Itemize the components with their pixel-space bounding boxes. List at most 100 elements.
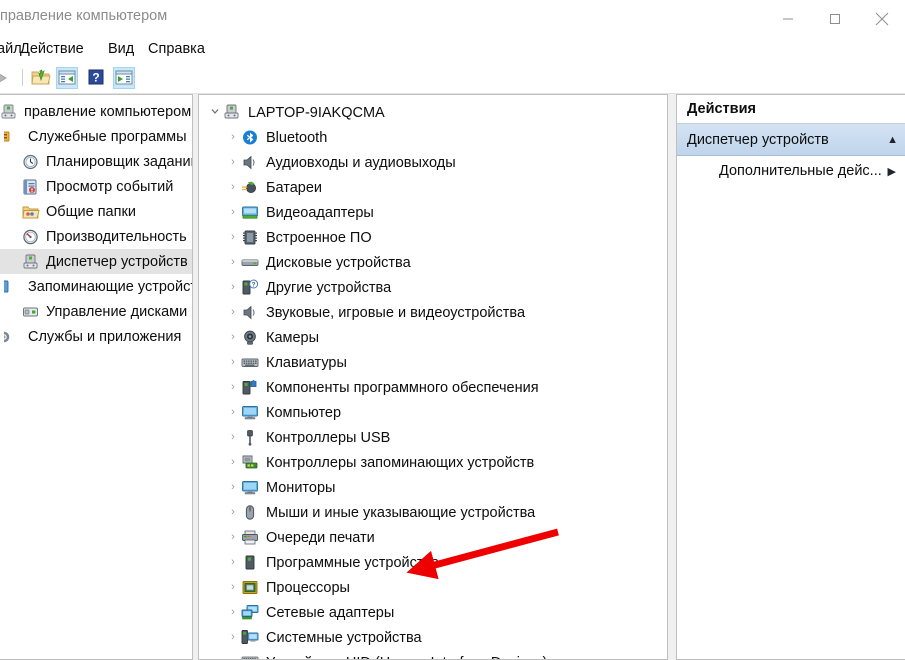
chevron-down-icon[interactable] xyxy=(207,106,223,119)
device-node-label: Устройства HID (Human Interface Devices) xyxy=(266,655,547,660)
chevron-right-icon[interactable]: › xyxy=(225,357,241,368)
device-node-disk-drives[interactable]: › Дисковые устройства xyxy=(199,250,667,275)
menu-help[interactable]: Справка xyxy=(148,41,205,57)
chevron-right-icon[interactable]: › xyxy=(225,607,241,618)
disk-management-icon xyxy=(22,304,40,320)
window-controls xyxy=(764,0,905,37)
chevron-right-icon[interactable]: › xyxy=(225,582,241,593)
sidebar-item-computer-management[interactable]: правление компьютером (лс xyxy=(0,99,192,124)
sidebar-item-performance[interactable]: Производительность xyxy=(0,224,192,249)
bluetooth-icon xyxy=(241,129,259,146)
console-tree: правление компьютером (лс Служебные прог… xyxy=(0,99,192,349)
device-node-cameras[interactable]: › Камеры xyxy=(199,325,667,350)
show-action-pane-icon[interactable] xyxy=(113,67,135,89)
device-tree-root[interactable]: LAPTOP-9IAKQCMA xyxy=(199,100,667,125)
chevron-right-icon[interactable]: › xyxy=(225,232,241,243)
sidebar-item-task-scheduler[interactable]: Планировщик заданий xyxy=(0,149,192,174)
chevron-right-icon[interactable]: › xyxy=(225,257,241,268)
chevron-right-icon[interactable]: › xyxy=(225,307,241,318)
sidebar-item-label: Служебные программы xyxy=(28,128,187,145)
menu-view[interactable]: Вид xyxy=(108,41,134,57)
actions-pane-title: Действия xyxy=(677,95,905,124)
toolbar-separator xyxy=(22,69,23,86)
submenu-triangle-icon[interactable]: ▶ xyxy=(888,165,896,178)
chevron-right-icon[interactable]: › xyxy=(225,207,241,218)
device-node-label: Звуковые, игровые и видеоустройства xyxy=(266,304,526,321)
show-console-tree-icon[interactable] xyxy=(56,67,78,89)
sidebar-item-label: правление компьютером (лс xyxy=(24,103,192,120)
content-area: правление компьютером (лс Служебные прог… xyxy=(0,94,905,660)
chevron-right-icon[interactable]: › xyxy=(225,407,241,418)
device-node-other-devices[interactable]: › ? Другие устройства xyxy=(199,275,667,300)
chevron-right-icon[interactable]: › xyxy=(225,632,241,643)
computer-icon xyxy=(0,104,18,120)
device-node-usb-controllers[interactable]: › Контроллеры USB xyxy=(199,425,667,450)
console-tree-pane: правление компьютером (лс Служебные прог… xyxy=(0,94,193,660)
actions-group-label: Диспетчер устройств xyxy=(687,131,829,148)
sidebar-item-event-viewer[interactable]: Просмотр событий xyxy=(0,174,192,199)
chevron-right-icon[interactable]: › xyxy=(225,507,241,518)
chevron-right-icon[interactable]: › xyxy=(225,332,241,343)
device-node-mice[interactable]: › Мыши и иные указывающие устройства xyxy=(199,500,667,525)
collapse-triangle-icon[interactable]: ▲ xyxy=(887,134,898,146)
tools-icon xyxy=(0,129,22,145)
minimize-button[interactable] xyxy=(764,0,811,37)
svg-text:?: ? xyxy=(92,71,99,85)
sidebar-item-system-tools[interactable]: Служебные программы xyxy=(0,124,192,149)
device-node-storage-controllers[interactable]: › Контроллеры запоминающих устройств xyxy=(199,450,667,475)
performance-icon xyxy=(22,229,40,245)
network-adapter-icon xyxy=(241,604,259,621)
sidebar-item-device-manager[interactable]: Диспетчер устройств xyxy=(0,249,192,274)
sidebar-item-disk-management[interactable]: Управление дисками xyxy=(0,299,192,324)
chevron-right-icon[interactable]: › xyxy=(225,532,241,543)
chevron-right-icon[interactable]: › xyxy=(225,482,241,493)
device-node-bluetooth[interactable]: › Bluetooth xyxy=(199,125,667,150)
actions-pane: Действия Диспетчер устройств ▲ Дополните… xyxy=(676,94,905,660)
action-more-actions[interactable]: Дополнительные дейс... ▶ xyxy=(677,156,905,186)
actions-group-device-manager[interactable]: Диспетчер устройств ▲ xyxy=(677,124,905,156)
device-node-sound-video-game[interactable]: › Звуковые, игровые и видеоустройства xyxy=(199,300,667,325)
close-button[interactable] xyxy=(858,0,905,37)
system-device-icon xyxy=(241,629,259,646)
computer-management-window: правление компьютером Файл Действие Вид … xyxy=(0,0,905,660)
device-node-label: Батареи xyxy=(266,179,323,196)
chevron-right-icon[interactable]: › xyxy=(225,157,241,168)
device-node-keyboards[interactable]: › Клавиатуры xyxy=(199,350,667,375)
device-node-display-adapters[interactable]: › Видеоадаптеры xyxy=(199,200,667,225)
hid-icon xyxy=(241,654,259,659)
device-node-audio-inputs-outputs[interactable]: › Аудиовходы и аудиовыходы xyxy=(199,150,667,175)
menu-file[interactable]: Файл xyxy=(0,41,22,57)
back-arrow-icon[interactable] xyxy=(0,67,14,89)
chevron-right-icon[interactable]: › xyxy=(225,132,241,143)
device-node-label: Клавиатуры xyxy=(266,354,347,371)
sidebar-item-storage[interactable]: Запоминающие устройств xyxy=(0,274,192,299)
device-node-firmware[interactable]: › Встроенное ПО xyxy=(199,225,667,250)
chevron-right-icon[interactable]: › xyxy=(225,557,241,568)
sidebar-item-services-and-applications[interactable]: Службы и приложения xyxy=(0,324,192,349)
device-node-hid[interactable]: › xyxy=(199,650,667,660)
firmware-icon xyxy=(241,229,259,246)
device-node-monitors[interactable]: › Мониторы xyxy=(199,475,667,500)
device-node-network-adapters[interactable]: › Сетевые адаптеры xyxy=(199,600,667,625)
device-node-system-devices[interactable]: › Системные устройства xyxy=(199,625,667,650)
device-node-software-devices[interactable]: › Программные устройства xyxy=(199,550,667,575)
device-node-computer[interactable]: › Компьютер xyxy=(199,400,667,425)
chevron-right-icon[interactable]: › xyxy=(225,282,241,293)
battery-icon xyxy=(241,179,259,196)
up-folder-icon[interactable] xyxy=(30,67,52,89)
maximize-button[interactable] xyxy=(811,0,858,37)
menu-action[interactable]: Действие xyxy=(20,41,84,57)
help-icon[interactable]: ? xyxy=(86,67,108,89)
device-node-processors[interactable]: › Процессоры xyxy=(199,575,667,600)
sidebar-item-label: Общие папки xyxy=(46,203,136,220)
chevron-right-icon[interactable]: › xyxy=(225,457,241,468)
chevron-right-icon[interactable]: › xyxy=(225,182,241,193)
device-node-print-queues[interactable]: › Очереди печати xyxy=(199,525,667,550)
shared-folder-icon xyxy=(22,204,40,220)
chevron-right-icon[interactable]: › xyxy=(225,382,241,393)
device-node-batteries[interactable]: › Батареи xyxy=(199,175,667,200)
sidebar-item-shared-folders[interactable]: Общие папки xyxy=(0,199,192,224)
device-node-software-components[interactable]: › Компоненты программного обеспечения xyxy=(199,375,667,400)
chevron-right-icon[interactable]: › xyxy=(225,432,241,443)
device-node-label: Сетевые адаптеры xyxy=(266,604,395,621)
